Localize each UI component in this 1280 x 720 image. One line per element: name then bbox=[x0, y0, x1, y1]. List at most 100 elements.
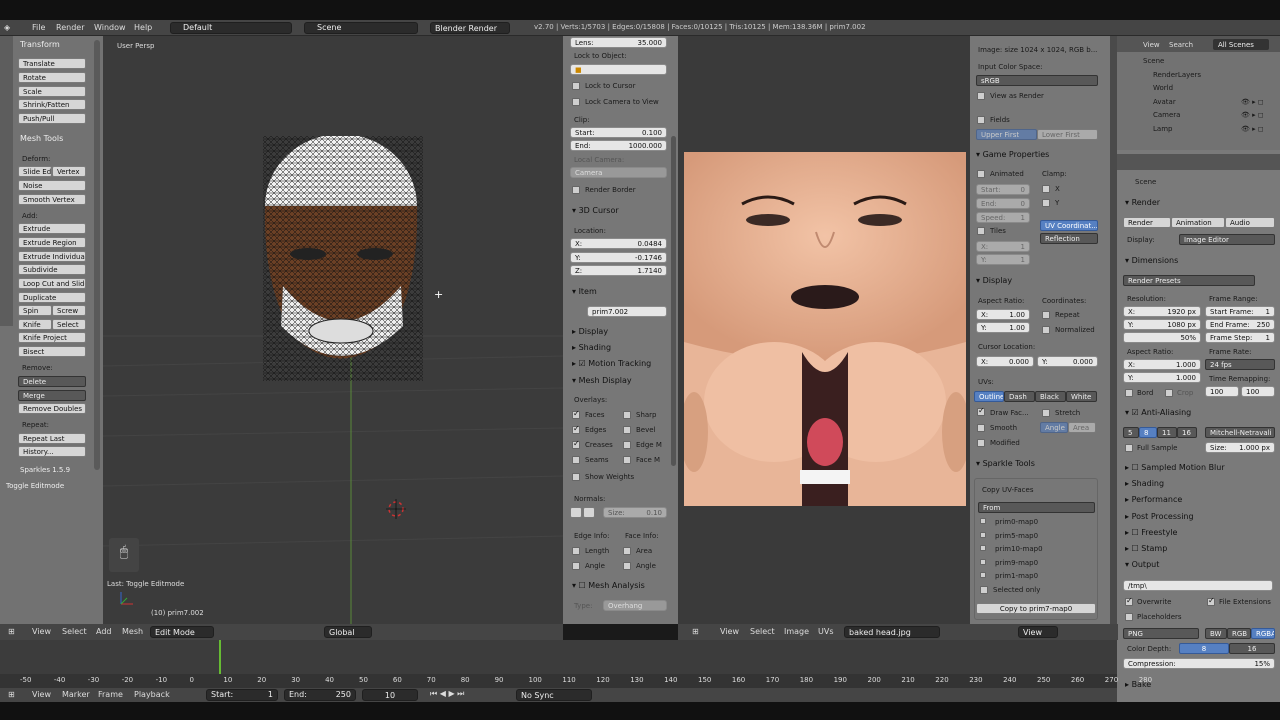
aa-filter-dropdown[interactable]: Mitchell-Netravali bbox=[1205, 427, 1275, 438]
sparkles-panel-title[interactable]: Sparkles 1.5.9 bbox=[20, 466, 70, 474]
spin-button[interactable]: Spin bbox=[18, 305, 52, 316]
lock-object-field[interactable]: ■ bbox=[570, 64, 667, 75]
fields-checkbox[interactable] bbox=[977, 116, 985, 124]
outliner-item[interactable]: RenderLayers bbox=[1153, 71, 1201, 79]
render-engine-selector[interactable]: Blender Render bbox=[430, 22, 510, 34]
knife-button[interactable]: Knife bbox=[18, 319, 52, 330]
toolshelf-scrollbar[interactable] bbox=[94, 40, 100, 470]
bisect-button[interactable]: Bisect bbox=[18, 346, 86, 357]
animation-tab-button[interactable]: Animation bbox=[1171, 217, 1225, 228]
face-marks-checkbox[interactable] bbox=[623, 456, 631, 464]
outliner-search-menu[interactable]: Search bbox=[1169, 41, 1193, 49]
menu-window[interactable]: Window bbox=[94, 23, 126, 32]
copy-to-button[interactable]: Copy to prim7-map0 bbox=[976, 603, 1096, 614]
map-checkbox-4[interactable] bbox=[980, 572, 986, 578]
tiles-y-field[interactable]: Y: 1 bbox=[976, 254, 1030, 265]
analysis-type-dropdown[interactable]: Overhang bbox=[603, 600, 667, 611]
uv-coordinates-button[interactable]: UV Coordinat... bbox=[1040, 220, 1098, 231]
mesh-display-panel-title[interactable]: ▾ Mesh Display bbox=[572, 376, 632, 385]
animated-checkbox[interactable] bbox=[977, 170, 985, 178]
screw-button[interactable]: Screw bbox=[52, 305, 86, 316]
edges-checkbox[interactable] bbox=[572, 424, 580, 434]
uv-select-menu[interactable]: Select bbox=[750, 627, 775, 636]
noise-button[interactable]: Noise bbox=[18, 180, 86, 191]
draw-faces-checkbox[interactable] bbox=[977, 406, 985, 416]
editor-type-icon[interactable]: ⊞ bbox=[8, 627, 15, 636]
uv-editor-type-icon[interactable]: ⊞ bbox=[692, 627, 699, 636]
clamp-y-checkbox[interactable] bbox=[1042, 199, 1050, 207]
timeline[interactable]: -50 -40 -30 -20 -10 0 10 20 30 40 50 60 70 80 90 100 110… bbox=[0, 640, 1152, 688]
extrude-region-button[interactable]: Extrude Region bbox=[18, 237, 86, 248]
blender-menu-icon[interactable]: ◈ bbox=[4, 23, 10, 32]
3d-viewport[interactable]: + User Persp 🖱 Last: Toggle Editmode (10… bbox=[103, 36, 563, 624]
orientation-dropdown[interactable]: Global bbox=[324, 626, 372, 638]
stretch-angle-button[interactable]: Angle bbox=[1040, 422, 1068, 433]
rgba-button[interactable]: RGBA bbox=[1251, 628, 1275, 639]
clamp-x-checkbox[interactable] bbox=[1042, 185, 1050, 193]
properties-tabs[interactable] bbox=[1117, 154, 1280, 170]
reflection-button[interactable]: Reflection bbox=[1040, 233, 1098, 244]
selected-only-checkbox[interactable] bbox=[980, 586, 988, 594]
stamp-panel-title[interactable]: ▸ ☐ Stamp bbox=[1125, 544, 1167, 553]
subdivide-button[interactable]: Subdivide bbox=[18, 264, 86, 275]
vp-view-menu[interactable]: View bbox=[32, 627, 51, 636]
edge-angle-checkbox[interactable] bbox=[572, 562, 580, 570]
tl-playback-menu[interactable]: Playback bbox=[134, 690, 170, 699]
knife-select-button[interactable]: Select bbox=[52, 319, 86, 330]
map-checkbox-2[interactable] bbox=[980, 545, 986, 551]
uv-cursor-y-field[interactable]: Y: 0.000 bbox=[1037, 356, 1098, 367]
compression-slider[interactable]: Compression: 15% bbox=[1123, 658, 1275, 669]
tl-marker-menu[interactable]: Marker bbox=[62, 690, 90, 699]
uv-display-title[interactable]: ▾ Display bbox=[976, 276, 1012, 285]
file-extensions-checkbox[interactable] bbox=[1207, 596, 1215, 606]
vp-mesh-menu[interactable]: Mesh bbox=[122, 627, 143, 636]
menu-render[interactable]: Render bbox=[56, 23, 84, 32]
remove-doubles-button[interactable]: Remove Doubles bbox=[18, 403, 86, 414]
timeline-editor-icon[interactable]: ⊞ bbox=[8, 690, 15, 699]
overwrite-checkbox[interactable] bbox=[1125, 596, 1133, 606]
map-item[interactable]: prim5-map0 bbox=[995, 532, 1038, 540]
current-frame-indicator[interactable] bbox=[219, 640, 221, 674]
aspect-x-field[interactable]: X: 1.000 bbox=[1123, 359, 1201, 370]
image-name-field[interactable]: baked head.jpg bbox=[844, 626, 940, 638]
uv-view-dropdown[interactable]: View bbox=[1018, 626, 1058, 638]
lens-field[interactable]: Lens: 35.000 bbox=[570, 37, 667, 48]
faces-checkbox[interactable] bbox=[572, 409, 580, 419]
uv-image-menu[interactable]: Image bbox=[784, 627, 809, 636]
file-format-dropdown[interactable]: PNG bbox=[1123, 628, 1199, 639]
sharp-checkbox[interactable] bbox=[623, 411, 631, 419]
visibility-eye-icon[interactable]: 👁 ▸ ◻ bbox=[1241, 111, 1264, 119]
history-button[interactable]: History... bbox=[18, 446, 86, 457]
normals-size-field[interactable]: Size: 0.10 bbox=[603, 507, 667, 518]
toggle-editmode-panel[interactable]: Toggle Editmode bbox=[6, 482, 64, 490]
outliner-item[interactable]: Scene bbox=[1143, 57, 1164, 65]
outliner-item[interactable]: Camera bbox=[1153, 111, 1180, 119]
outliner-display-mode[interactable]: All Scenes bbox=[1213, 39, 1269, 50]
tl-end-field[interactable]: End: 250 bbox=[284, 689, 356, 701]
face-normals-icon[interactable] bbox=[583, 507, 595, 518]
motion-tracking-panel-title[interactable]: ▸ ☑ Motion Tracking bbox=[572, 359, 651, 368]
item-panel-title[interactable]: ▾ Item bbox=[572, 287, 597, 296]
frame-step-field[interactable]: Frame Step: 1 bbox=[1205, 332, 1275, 343]
sparkle-tools-title[interactable]: ▾ Sparkle Tools bbox=[976, 459, 1035, 468]
full-sample-checkbox[interactable] bbox=[1125, 444, 1133, 452]
tiles-checkbox[interactable] bbox=[977, 227, 985, 235]
aspect-x-field[interactable]: X: 1.00 bbox=[976, 309, 1030, 320]
display-panel-title[interactable]: ▸ Display bbox=[572, 327, 608, 336]
visibility-eye-icon[interactable]: 👁 ▸ ◻ bbox=[1241, 98, 1264, 106]
map-item[interactable]: prim0-map0 bbox=[995, 518, 1038, 526]
head-mesh[interactable] bbox=[253, 136, 433, 381]
aa-samples-8-button[interactable]: 8 bbox=[1139, 427, 1157, 438]
seams-checkbox[interactable] bbox=[572, 456, 580, 464]
cursor-x-field[interactable]: X: 0.0484 bbox=[570, 238, 667, 249]
local-camera-field[interactable]: Camera bbox=[570, 167, 667, 178]
knife-project-button[interactable]: Knife Project bbox=[18, 332, 86, 343]
color-depth-16-button[interactable]: 16 bbox=[1229, 643, 1275, 654]
resolution-y-field[interactable]: Y: 1080 px bbox=[1123, 319, 1201, 330]
freestyle-panel-title[interactable]: ▸ ☐ Freestyle bbox=[1125, 528, 1177, 537]
performance-panel-title[interactable]: ▸ Performance bbox=[1125, 495, 1182, 504]
menu-help[interactable]: Help bbox=[134, 23, 152, 32]
uv-cursor-x-field[interactable]: X: 0.000 bbox=[976, 356, 1034, 367]
repeat-last-button[interactable]: Repeat Last bbox=[18, 433, 86, 444]
vp-select-menu[interactable]: Select bbox=[62, 627, 87, 636]
